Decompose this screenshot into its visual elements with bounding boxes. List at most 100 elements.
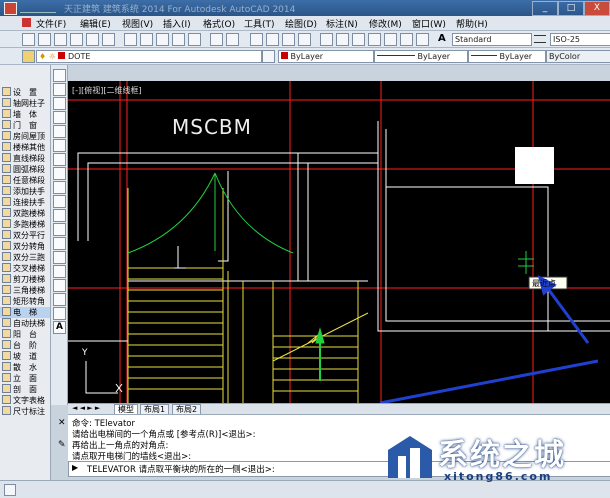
- rectangle-icon[interactable]: [53, 125, 66, 138]
- lp-item-wall[interactable]: 墙 体: [0, 109, 50, 120]
- construction-line-icon[interactable]: [53, 83, 66, 96]
- polyline-icon[interactable]: [53, 97, 66, 110]
- command-customize-icon[interactable]: ✎: [58, 440, 66, 450]
- lp-item-scissor-stair[interactable]: 剪刀楼梯: [0, 274, 50, 285]
- drawing-canvas[interactable]: MSCBM 最近点 Y: [68, 81, 610, 405]
- block-editor-icon[interactable]: [188, 33, 201, 46]
- undo-icon[interactable]: [210, 33, 223, 46]
- paste-icon[interactable]: [156, 33, 169, 46]
- zoom-realtime-icon[interactable]: [266, 33, 279, 46]
- lp-item-escalator[interactable]: 自动扶梯: [0, 318, 50, 329]
- linetype-select[interactable]: ByLayer: [374, 50, 468, 63]
- menu-modify[interactable]: 修改(M): [369, 17, 402, 30]
- text-style-select[interactable]: Standard: [452, 33, 532, 46]
- lp-item-balcony[interactable]: 阳 台: [0, 329, 50, 340]
- lp-item-elevation[interactable]: 立 面: [0, 373, 50, 384]
- menu-format[interactable]: 格式(O): [203, 17, 235, 30]
- region-icon[interactable]: [53, 293, 66, 306]
- pan-icon[interactable]: [250, 33, 263, 46]
- lp-item-cross-stair[interactable]: 交叉楼梯: [0, 263, 50, 274]
- match-properties-icon[interactable]: [172, 33, 185, 46]
- status-toggle-icon[interactable]: [4, 484, 16, 496]
- arc-icon[interactable]: [53, 139, 66, 152]
- point-icon[interactable]: [53, 251, 66, 264]
- menu-window[interactable]: 窗口(W): [412, 17, 446, 30]
- revision-cloud-icon[interactable]: [53, 167, 66, 180]
- cut-icon[interactable]: [124, 33, 137, 46]
- insert-block-icon[interactable]: [53, 223, 66, 236]
- lp-item-section[interactable]: 剖 面: [0, 384, 50, 395]
- design-center-icon[interactable]: [336, 33, 349, 46]
- lp-item-add-handrail[interactable]: 添加扶手: [0, 186, 50, 197]
- redo-icon[interactable]: [226, 33, 239, 46]
- lineweight-select[interactable]: ByLayer: [468, 50, 546, 63]
- lp-item-split-parallel[interactable]: 双分平行: [0, 230, 50, 241]
- table-icon[interactable]: [53, 307, 66, 320]
- menu-app-icon[interactable]: [22, 18, 31, 27]
- lp-item-elevator[interactable]: 电 梯: [0, 307, 50, 318]
- print-preview-icon[interactable]: [86, 33, 99, 46]
- lp-item-axis-grid[interactable]: 轴网柱子: [0, 98, 50, 109]
- spline-icon[interactable]: [53, 181, 66, 194]
- help-icon[interactable]: [416, 33, 429, 46]
- lp-item-split-three[interactable]: 双分三跑: [0, 252, 50, 263]
- lp-item-straight-stair[interactable]: 直线梯段: [0, 153, 50, 164]
- multiline-text-icon[interactable]: A: [53, 321, 66, 334]
- lp-item-settings[interactable]: 设 置: [0, 87, 50, 98]
- layer-properties-icon[interactable]: [22, 50, 35, 63]
- markup-icon[interactable]: [384, 33, 397, 46]
- close-button[interactable]: X: [584, 1, 610, 16]
- plotstyle-select[interactable]: ByColor: [546, 50, 610, 63]
- make-current-layer-icon[interactable]: [262, 50, 275, 63]
- make-block-icon[interactable]: [53, 237, 66, 250]
- copy-icon[interactable]: [140, 33, 153, 46]
- menu-dimension[interactable]: 标注(N): [326, 17, 358, 30]
- tab-scroll-arrows[interactable]: ◄ ◄ ► ►: [72, 404, 100, 412]
- lp-item-multi-stair[interactable]: 多跑楼梯: [0, 219, 50, 230]
- properties-icon[interactable]: [320, 33, 333, 46]
- lp-item-steps[interactable]: 台 阶: [0, 340, 50, 351]
- circle-icon[interactable]: [53, 153, 66, 166]
- zoom-window-icon[interactable]: [282, 33, 295, 46]
- quick-access-toolbar[interactable]: [20, 3, 56, 13]
- ellipse-icon[interactable]: [53, 195, 66, 208]
- hatch-icon[interactable]: [53, 265, 66, 278]
- lp-item-arc-stair[interactable]: 圆弧梯段: [0, 164, 50, 175]
- lp-item-door-window[interactable]: 门 窗: [0, 120, 50, 131]
- layer-select[interactable]: ♦ ☼ DOTE: [36, 50, 262, 63]
- open-file-icon[interactable]: [38, 33, 51, 46]
- menu-insert[interactable]: 插入(I): [163, 17, 191, 30]
- minimize-button[interactable]: _: [532, 1, 558, 16]
- menu-view[interactable]: 视图(V): [122, 17, 153, 30]
- menu-tools[interactable]: 工具(T): [244, 17, 275, 30]
- ellipse-arc-icon[interactable]: [53, 209, 66, 222]
- lp-item-room-roof[interactable]: 房间屋顶: [0, 131, 50, 142]
- lp-item-ramp[interactable]: 坡 道: [0, 351, 50, 362]
- viewport-label[interactable]: [-][俯视][二维线框]: [72, 85, 142, 96]
- lp-item-apron[interactable]: 散 水: [0, 362, 50, 373]
- lp-item-dimension[interactable]: 尺寸标注: [0, 406, 50, 417]
- polygon-icon[interactable]: [53, 111, 66, 124]
- tool-palettes-icon[interactable]: [352, 33, 365, 46]
- zoom-previous-icon[interactable]: [298, 33, 311, 46]
- color-select[interactable]: ByLayer: [278, 50, 374, 63]
- line-icon[interactable]: [53, 69, 66, 82]
- publish-icon[interactable]: [102, 33, 115, 46]
- menu-file[interactable]: 文件(F): [36, 17, 66, 30]
- app-icon[interactable]: [4, 2, 17, 15]
- lp-item-text-table[interactable]: 文字表格: [0, 395, 50, 406]
- calculator-icon[interactable]: [400, 33, 413, 46]
- menu-edit[interactable]: 编辑(E): [80, 17, 111, 30]
- menu-draw[interactable]: 绘图(D): [285, 17, 317, 30]
- lp-item-stairs-other[interactable]: 楼梯其他: [0, 142, 50, 153]
- gradient-icon[interactable]: [53, 279, 66, 292]
- lp-item-connect-handrail[interactable]: 连接扶手: [0, 197, 50, 208]
- new-file-icon[interactable]: [22, 33, 35, 46]
- lp-item-any-stair[interactable]: 任意梯段: [0, 175, 50, 186]
- print-icon[interactable]: [70, 33, 83, 46]
- lp-item-split-corner[interactable]: 双分转角: [0, 241, 50, 252]
- maximize-button[interactable]: □: [558, 1, 584, 16]
- command-close-icon[interactable]: ✕: [58, 418, 66, 428]
- dim-style-select[interactable]: ISO-25: [550, 33, 610, 46]
- lp-item-double-stair[interactable]: 双跑楼梯: [0, 208, 50, 219]
